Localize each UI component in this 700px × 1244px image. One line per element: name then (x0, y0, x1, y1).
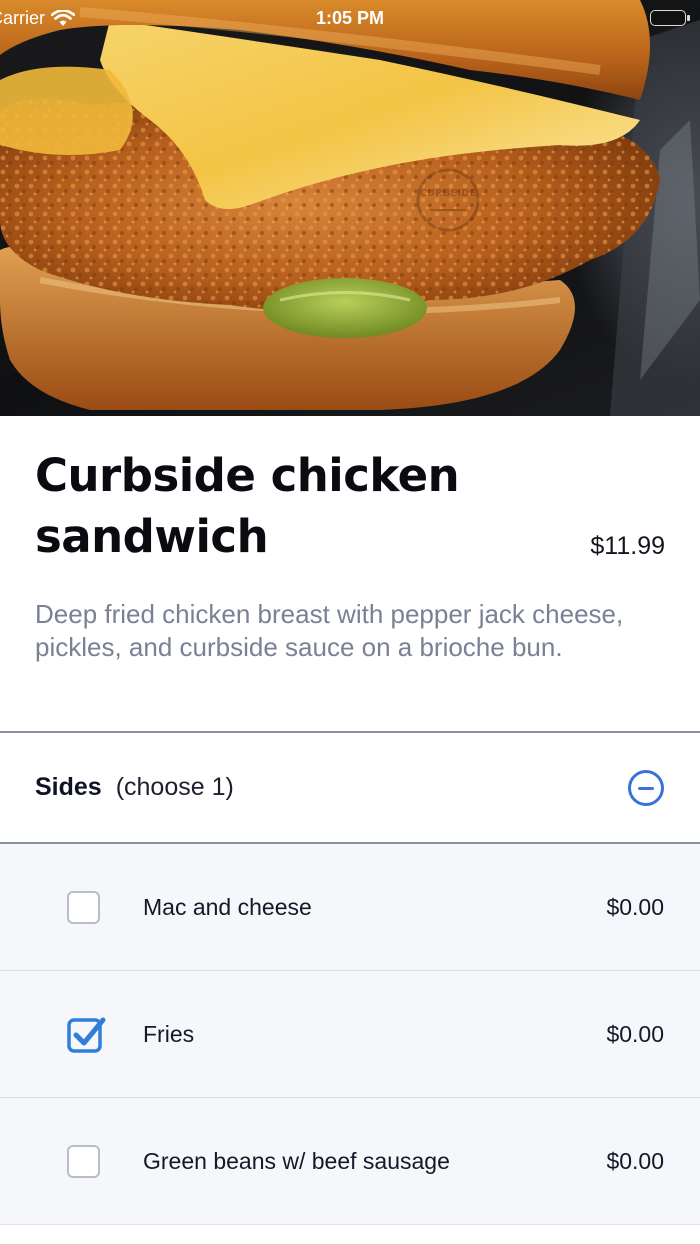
battery-icon (650, 10, 690, 26)
svg-text:CURBSIDE: CURBSIDE (420, 188, 477, 199)
sides-options-list: Mac and cheese $0.00 Fries $0.00 Green b… (0, 844, 700, 1225)
item-hero-image: CURBSIDE (0, 0, 700, 416)
status-time: 1:05 PM (315, 7, 385, 28)
sandwich-illustration: CURBSIDE (0, 0, 700, 416)
item-header: Curbside chicken sandwich $11.99 (35, 445, 665, 567)
option-label: Green beans w/ beef sausage (143, 1147, 450, 1174)
sides-choose-hint: (choose 1) (115, 773, 234, 801)
item-price: $11.99 (590, 532, 665, 560)
checkbox-unchecked-icon[interactable] (67, 1144, 100, 1178)
minus-circle-icon (638, 786, 654, 790)
option-price: $0.00 (606, 1020, 664, 1047)
option-label: Fries (143, 1020, 195, 1047)
item-title: Curbside chicken sandwich (35, 449, 460, 563)
sides-section-header[interactable]: Sides (choose 1) (0, 733, 700, 842)
status-bar-left: Carrier (0, 7, 76, 29)
checkmark-icon (67, 1017, 106, 1053)
checkbox-checked-icon[interactable] (67, 1017, 106, 1053)
side-option-green-beans[interactable]: Green beans w/ beef sausage $0.00 (0, 1098, 700, 1225)
collapse-sides-button[interactable] (628, 770, 664, 806)
side-option-fries[interactable]: Fries $0.00 (0, 971, 700, 1098)
option-label: Mac and cheese (143, 893, 312, 920)
checkbox-unchecked-icon[interactable] (67, 890, 100, 924)
option-price: $0.00 (606, 893, 664, 920)
status-bar: Carrier 1:05 PM (0, 0, 700, 36)
carrier-label: Carrier (0, 7, 46, 28)
side-option-mac-and-cheese[interactable]: Mac and cheese $0.00 (0, 844, 700, 971)
sides-title: Sides (35, 773, 102, 801)
option-price: $0.00 (606, 1147, 664, 1174)
wifi-icon (51, 9, 76, 26)
item-description: Deep fried chicken breast with pepper ja… (35, 599, 624, 662)
